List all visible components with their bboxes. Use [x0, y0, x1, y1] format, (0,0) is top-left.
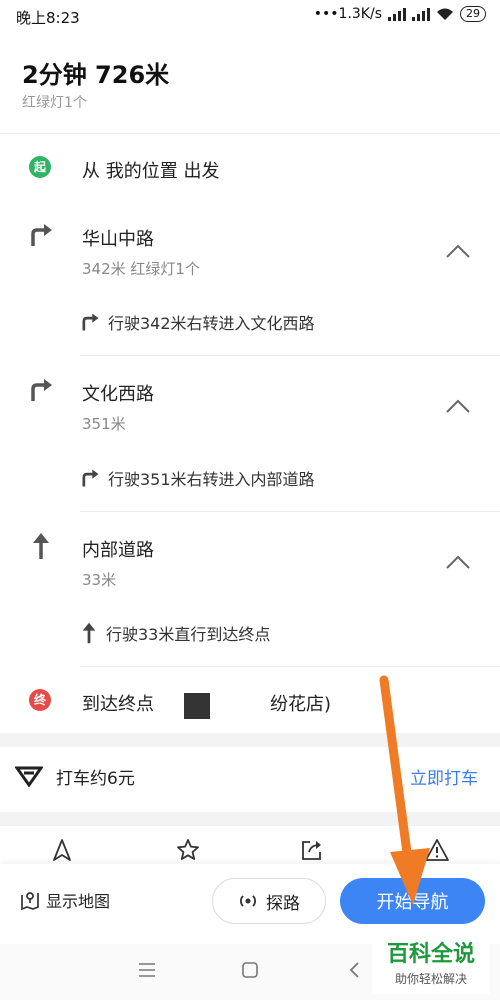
step-2-detail: 行驶351米右转进入内部道路: [80, 466, 315, 490]
back-icon[interactable]: [348, 961, 360, 979]
probe-route-button[interactable]: 探路: [212, 878, 326, 924]
step-2-name: 文化西路: [82, 384, 154, 405]
watermark-subtitle: 助你轻松解决: [394, 972, 467, 986]
step-3-detail: 行驶33米直行到达终点: [80, 621, 270, 645]
route-summary-subtitle: 红绿灯1个: [22, 95, 87, 111]
step-1-name: 华山中路: [82, 229, 154, 250]
warning-icon[interactable]: [425, 838, 449, 862]
favorite-star-icon[interactable]: [176, 838, 200, 862]
share-icon[interactable]: [300, 838, 324, 862]
chevron-up-icon[interactable]: [446, 555, 470, 569]
chevron-up-icon[interactable]: [446, 399, 470, 413]
status-time: 晚上8:23: [16, 9, 80, 27]
menu-icon[interactable]: [138, 962, 156, 978]
watermark: 百科全说 助你轻松解决: [372, 940, 490, 994]
step-1-detail-text: 行驶342米右转进入文化西路: [108, 314, 315, 333]
start-badge: 起: [29, 156, 51, 178]
step-2-info: 351米: [82, 415, 126, 433]
watermark-title: 百科全说: [386, 942, 475, 967]
show-map-button[interactable]: 显示地图: [20, 888, 110, 912]
section-separator: [0, 733, 500, 747]
battery-indicator: 29: [460, 6, 486, 22]
map-pin-icon: [21, 892, 39, 911]
turn-right-icon: [31, 379, 52, 401]
taxi-price: 打车约6元: [56, 769, 135, 789]
end-text-suffix: 纷花店): [270, 694, 332, 715]
status-bar: 晚上8:23 •••1.3K/s 29: [0, 0, 500, 32]
redacted-block: [184, 693, 210, 719]
divider: [80, 666, 500, 667]
show-map-label: 显示地图: [46, 892, 111, 911]
turn-right-small-icon: [82, 313, 99, 331]
step-2-detail-text: 行驶351米右转进入内部道路: [108, 470, 315, 489]
route-summary-title: 2分钟 726米: [22, 61, 170, 89]
signal-icon-2: [412, 7, 430, 21]
divider: [80, 511, 500, 512]
step-3-name: 内部道路: [82, 540, 154, 561]
section-separator: [0, 812, 500, 826]
home-icon[interactable]: [241, 961, 259, 979]
step-3-info: 33米: [82, 571, 117, 589]
start-navigation-button[interactable]: 开始导航: [340, 878, 485, 924]
network-speed: •••1.3K/s: [313, 6, 382, 22]
step-3-detail-text: 行驶33米直行到达终点: [106, 625, 271, 644]
navigate-icon[interactable]: [50, 838, 74, 862]
turn-right-icon: [31, 224, 52, 246]
wifi-icon: [437, 8, 453, 20]
straight-icon: [33, 533, 49, 559]
straight-small-icon: [82, 622, 96, 644]
signal-icon: [388, 7, 406, 21]
radar-icon: [240, 895, 256, 907]
probe-label: 探路: [266, 893, 300, 914]
start-text: 从 我的位置 出发: [82, 161, 220, 182]
status-indicators: •••1.3K/s 29: [314, 6, 486, 22]
chevron-up-icon[interactable]: [446, 244, 470, 258]
taxi-now-link[interactable]: 立即打车: [410, 764, 478, 789]
divider: [80, 355, 500, 356]
taxi-logo-icon: [15, 766, 43, 787]
step-1-info: 342米 红绿灯1个: [82, 260, 200, 278]
end-text: 到达终点: [82, 694, 154, 715]
end-badge: 终: [29, 689, 51, 711]
divider: [0, 133, 500, 134]
turn-right-small-icon: [82, 469, 99, 487]
step-1-detail: 行驶342米右转进入文化西路: [80, 310, 315, 334]
